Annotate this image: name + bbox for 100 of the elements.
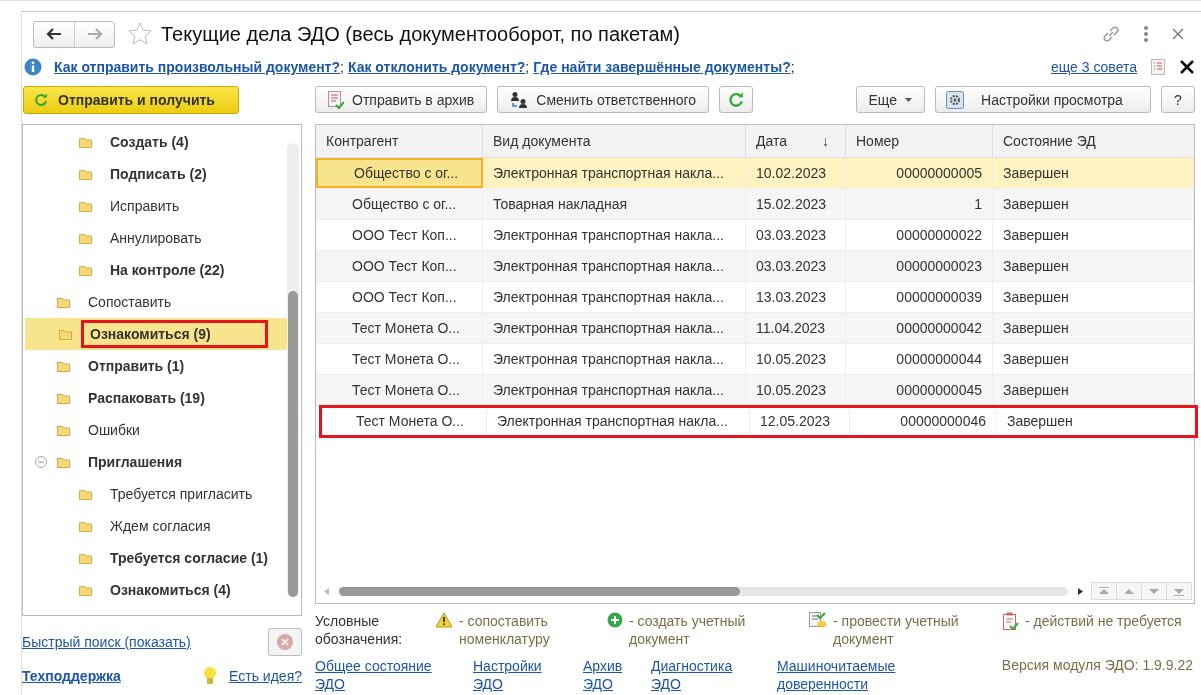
table-cell: 12.05.2023 [750,406,850,436]
footer-link[interactable]: Диагностика ЭДО [651,657,751,693]
clipboard-check-icon [1003,612,1019,630]
close-icon[interactable] [1179,59,1195,75]
document-check-icon [328,90,344,109]
table-row[interactable]: ООО Тест Коп... Электронная транспортная накла... 03.03.2023 00000000022 Завершен [316,220,1194,251]
table-cell: Завершен [993,282,1194,312]
table-cell: 1 [846,189,993,219]
column-header[interactable]: Состояние ЭД [993,125,1194,157]
right-arrow-icon [86,28,103,40]
column-header[interactable]: Вид документа [483,125,746,157]
left-arrow-icon [46,28,62,40]
footer-link[interactable]: Настройки ЭДО [473,657,549,693]
table-cell: Завершен [993,251,1194,281]
scroll-up-icon[interactable] [1091,582,1117,600]
help-button[interactable]: ? [1161,86,1195,113]
table-cell: 03.03.2023 [746,220,846,250]
table-cell: Электронная транспортная накла... [483,251,746,281]
tree-item[interactable]: Распаковать (19) [23,382,287,414]
legend-text: - провести учетный документ [833,612,960,648]
send-receive-button[interactable]: Отправить и получить [23,86,239,114]
refresh-button[interactable] [719,86,754,113]
table-row[interactable]: ООО Тест Коп... Электронная транспортная накла... 03.03.2023 00000000023 Завершен [316,251,1194,282]
more-tips-link[interactable]: еще 3 совета [1050,59,1137,75]
table-cell: Общество с ог... [316,189,483,219]
table-cell: ООО Тест Коп... [316,282,483,312]
folder-icon [79,200,93,212]
legend-text: - создать учетный документ [629,612,747,648]
horizontal-scrollbar[interactable] [339,586,1068,596]
table-cell: Завершен [993,158,1194,188]
table-cell: 00000000023 [846,251,993,281]
table-cell: 13.03.2023 [746,282,846,312]
table-cell: Завершен [993,189,1194,219]
refresh-icon [728,91,745,108]
users-icon [510,90,529,109]
clear-button[interactable] [268,628,302,656]
footer-link[interactable]: Архив ЭДО [583,657,627,693]
document-coins-icon [809,612,827,630]
window-title: Текущие дела ЭДО (весь документооборот, по пакетам) [161,22,680,46]
table-cell: Электронная транспортная накла... [483,220,746,250]
tree-item[interactable]: Создать (4) [23,126,287,158]
legend-text: - сопоставить номенклатуру [459,612,551,648]
footer-link[interactable]: Общее состояние ЭДО [315,657,439,693]
tree-item[interactable]: Сопоставить [23,286,287,318]
change-responsible-button[interactable]: Сменить ответственного [497,86,710,113]
scroll-down-icon[interactable] [1141,582,1167,600]
footer-link[interactable]: Машиночитаемые доверенности [777,657,907,693]
quick-search-link[interactable]: Быстрый поиск (показать) [22,634,191,650]
table-cell: Электронная транспортная накла... [487,406,750,436]
support-link[interactable]: Техподдержка [22,668,121,684]
more-button[interactable]: Еще [855,86,925,113]
tree-item[interactable]: Требуется пригласить [23,478,287,510]
tree-item[interactable]: Приглашения [23,446,287,478]
table-row[interactable]: Тест Монета О... Электронная транспортная накла... 12.05.2023 00000000046 Завершен [320,406,1197,437]
tree-item[interactable]: На контроле (22) [23,254,287,286]
tree-item[interactable]: Ознакомиться (4) [23,574,287,606]
tree-item[interactable]: Требуется согласие (1) [23,542,287,574]
collapse-icon[interactable] [35,456,47,468]
table-cell: 00000000046 [850,406,997,436]
tree-item[interactable]: Ознакомиться (9) [25,318,287,350]
table-cell: Тест Монета О... [316,344,483,374]
star-icon[interactable] [127,21,153,47]
table-row[interactable]: Общество с ог... Товарная накладная 15.02.2023 1 Завершен [316,189,1194,220]
table-row[interactable]: Общество с ог... Электронная транспортная накла... 10.02.2023 00000000005 Завершен [316,158,1194,189]
scrollbar[interactable] [287,143,299,597]
table-cell: Электронная транспортная накла... [483,158,746,188]
view-settings-button[interactable]: Настройки просмотра [935,86,1151,113]
table-cell: Электронная транспортная накла... [483,344,746,374]
link-icon[interactable] [1101,24,1121,44]
table-row[interactable]: Тест Монета О... Электронная транспортная накла... 10.05.2023 00000000044 Завершен [316,344,1194,375]
plus-icon [607,612,623,628]
tree-item[interactable]: Аннулировать [23,222,287,254]
tree-item[interactable]: Подписать (2) [23,158,287,190]
tree-item[interactable]: Ошибки [23,414,287,446]
version-text: Версия модуля ЭДО: 1.9.9.22 [1001,657,1193,673]
table-row[interactable]: ООО Тест Коп... Электронная транспортная накла... 13.03.2023 00000000039 Завершен [316,282,1194,313]
table-row[interactable]: Тест Монета О... Электронная транспортная накла... 11.04.2023 00000000042 Завершен [316,313,1194,344]
folder-icon [79,264,93,276]
tree-item[interactable]: Исправить [23,190,287,222]
scroll-left-icon[interactable] [324,587,329,595]
tree-item[interactable]: Ждем согласия [23,510,287,542]
column-header[interactable]: Дата ↓ [746,125,846,157]
folder-icon [57,392,71,404]
table-cell: Общество с ог... [316,158,483,188]
more-icon[interactable] [1143,25,1149,43]
list-icon[interactable] [1151,59,1165,75]
folder-icon [57,360,71,372]
scroll-right-icon[interactable] [1078,587,1083,595]
table-row[interactable]: Тест Монета О... Электронная транспортная накла... 10.05.2023 00000000045 Завершен [316,375,1194,406]
tree-item[interactable]: Отправить (1) [23,350,287,382]
table-cell: Завершен [993,313,1194,343]
tip-link[interactable]: Где найти завершённые документы? [533,59,791,75]
column-header[interactable]: Контрагент [316,125,483,157]
scroll-up-icon[interactable] [1116,582,1142,600]
column-header[interactable]: Номер [846,125,993,157]
archive-button[interactable]: Отправить в архив [315,86,488,113]
scroll-down-icon[interactable] [1166,582,1192,600]
idea-link[interactable]: Есть идея? [229,668,302,684]
table-cell: Завершен [993,344,1194,374]
warning-icon [435,612,453,628]
